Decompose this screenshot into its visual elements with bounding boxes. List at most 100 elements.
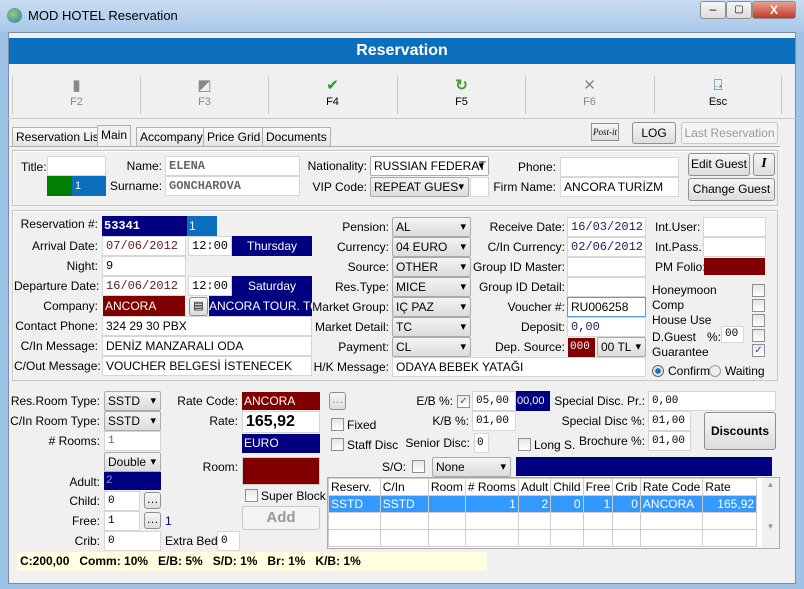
waiting-radio[interactable] xyxy=(709,365,721,377)
dep-source-currency-select[interactable]: 00 TL xyxy=(597,337,646,357)
change-guest-button[interactable]: Change Guest xyxy=(688,178,775,201)
res-room-type-select[interactable]: SSTD xyxy=(104,391,161,411)
comp-checkbox[interactable] xyxy=(752,299,765,312)
log-button[interactable]: LOG xyxy=(632,122,676,144)
payment-select[interactable]: CL xyxy=(392,337,471,357)
currency-select[interactable]: 04 EURO xyxy=(392,237,471,257)
grid-column-header[interactable]: C/In xyxy=(379,478,429,496)
toolbar-save-button[interactable]: ✔ F4 xyxy=(268,76,396,114)
contact-phone-field[interactable]: 324 29 30 PBX xyxy=(102,316,312,336)
cout-message-field[interactable]: VOUCHER BELGESİ İSTENECEK xyxy=(102,356,312,376)
kb-field[interactable]: 01,00 xyxy=(472,411,516,431)
close-button[interactable]: X xyxy=(752,1,796,19)
rate-code-lookup-button[interactable]: … xyxy=(329,392,346,410)
grid-column-header[interactable]: Rate Code xyxy=(639,478,704,496)
guarantee-checkbox[interactable]: ✓ xyxy=(752,344,765,357)
fixed-checkbox[interactable] xyxy=(331,418,344,431)
confirm-radio[interactable] xyxy=(652,365,664,377)
night-field[interactable]: 9 xyxy=(102,256,186,276)
edit-guest-button[interactable]: Edit Guest xyxy=(688,153,750,176)
tab-main[interactable]: Main xyxy=(97,125,132,147)
rate-code-field[interactable]: ANCORA xyxy=(242,392,320,410)
tab-reservation-list[interactable]: Reservation List xyxy=(12,127,107,146)
cin-message-field[interactable]: DENİZ MANZARALI ODA xyxy=(102,336,312,356)
market-group-select[interactable]: IÇ PAZ xyxy=(392,297,471,317)
res-type-select[interactable]: MICE xyxy=(392,277,471,297)
room-field[interactable] xyxy=(242,457,320,485)
rate-field[interactable]: 165,92 xyxy=(242,411,320,433)
grid-row[interactable] xyxy=(328,512,757,530)
name-field[interactable]: ELENA xyxy=(165,156,300,176)
group-detail-field[interactable] xyxy=(567,277,646,297)
toolbar-refresh-button[interactable]: ↻ F5 xyxy=(397,76,525,114)
hk-message-field[interactable]: ODAYA BEBEK YATAĞI xyxy=(392,357,646,377)
surname-field[interactable]: GONCHAROVA xyxy=(165,176,300,196)
vip-extra-field[interactable] xyxy=(470,177,489,197)
company-list-icon[interactable]: ▤ xyxy=(189,297,208,316)
company-code-field[interactable]: ANCORA xyxy=(103,296,185,316)
phone-field[interactable] xyxy=(560,157,679,177)
grid-row[interactable]: SSTD SSTD 1 2 0 1 0 ANCORA 165,92 xyxy=(328,495,757,513)
discounts-button[interactable]: Discounts xyxy=(704,412,776,450)
honeymoon-checkbox[interactable] xyxy=(752,284,765,297)
tab-price-grid[interactable]: Price Grid xyxy=(203,127,265,146)
super-block-checkbox[interactable] xyxy=(245,489,258,502)
departure-date-field[interactable]: 16/06/2012 xyxy=(102,276,186,296)
receive-date-field[interactable]: 16/03/2012 xyxy=(567,217,646,237)
vip-code-select[interactable]: REPEAT GUES xyxy=(370,177,469,197)
crib-field[interactable]: 0 xyxy=(104,531,161,551)
dguest-pct-field[interactable]: 00 xyxy=(721,326,744,343)
tab-documents[interactable]: Documents xyxy=(262,127,331,146)
pm-folio-field[interactable] xyxy=(704,258,765,275)
grid-column-header[interactable]: Free xyxy=(582,478,614,496)
pension-select[interactable]: AL xyxy=(392,217,471,237)
grid-column-header[interactable]: Rate xyxy=(702,478,757,496)
child-details-button[interactable]: … xyxy=(144,492,161,509)
add-button[interactable]: Add xyxy=(242,506,320,530)
free-details-button[interactable]: … xyxy=(144,512,161,529)
grid-column-header[interactable]: Child xyxy=(550,478,584,496)
voucher-field[interactable]: RU006258 xyxy=(567,297,646,317)
so-select[interactable]: None xyxy=(432,457,511,477)
toolbar-new-button[interactable]: ▮ F2 xyxy=(12,76,140,114)
nationality-select[interactable]: RUSSIAN FEDERAT xyxy=(370,156,489,176)
grid-row[interactable] xyxy=(328,529,757,547)
special-disc-pr-field[interactable]: 0,00 xyxy=(648,391,776,411)
postit-button[interactable]: Post-it xyxy=(591,123,619,141)
extra-bed-field[interactable]: 0 xyxy=(217,531,240,551)
eb-checkbox[interactable]: ✓ xyxy=(457,395,470,408)
source-select[interactable]: OTHER xyxy=(392,257,471,277)
info-button[interactable]: I xyxy=(753,153,775,176)
last-reservation-button[interactable]: Last Reservation xyxy=(681,122,778,144)
grid-scrollbar[interactable]: ▲ ▼ xyxy=(762,478,779,548)
staff-disc-checkbox[interactable] xyxy=(331,438,344,451)
free-field[interactable]: 1 xyxy=(104,511,140,531)
int-user-field[interactable] xyxy=(703,217,766,237)
cin-room-type-select[interactable]: SSTD xyxy=(104,411,161,431)
house-use-checkbox[interactable] xyxy=(752,314,765,327)
arrival-date-field[interactable]: 07/06/2012 xyxy=(102,236,186,256)
long-stay-checkbox[interactable] xyxy=(518,438,531,451)
rooms-field[interactable]: 1 xyxy=(104,431,161,451)
senior-disc-field[interactable]: 0 xyxy=(474,433,489,453)
int-pass-field[interactable] xyxy=(703,237,766,257)
special-disc-pct-field[interactable]: 01,00 xyxy=(648,411,691,431)
cin-currency-field[interactable]: 02/06/2012 xyxy=(567,237,646,257)
toolbar-edit-button[interactable]: ◩ F3 xyxy=(140,76,268,114)
grid-column-header[interactable]: Room xyxy=(427,478,466,496)
brochure-field[interactable]: 01,00 xyxy=(648,431,691,451)
market-detail-select[interactable]: TC xyxy=(392,317,471,337)
deposit-field[interactable]: 0,00 xyxy=(567,317,646,337)
title-field[interactable] xyxy=(47,156,106,176)
toolbar-exit-button[interactable]: ⍈ Esc xyxy=(654,76,782,114)
minimize-button[interactable]: – xyxy=(700,1,726,19)
so-checkbox[interactable] xyxy=(412,460,425,473)
grid-column-header[interactable]: # Rooms xyxy=(464,478,519,496)
grid-column-header[interactable]: Crib xyxy=(612,478,641,496)
tab-accompany[interactable]: Accompany xyxy=(136,127,207,146)
maximize-button[interactable]: ▢ xyxy=(726,1,752,19)
dguest-checkbox[interactable] xyxy=(752,329,765,342)
eb-field[interactable]: 05,00 xyxy=(472,391,516,411)
grid-column-header[interactable]: Adult xyxy=(517,478,552,496)
dep-source-code[interactable]: 000 xyxy=(568,338,595,357)
